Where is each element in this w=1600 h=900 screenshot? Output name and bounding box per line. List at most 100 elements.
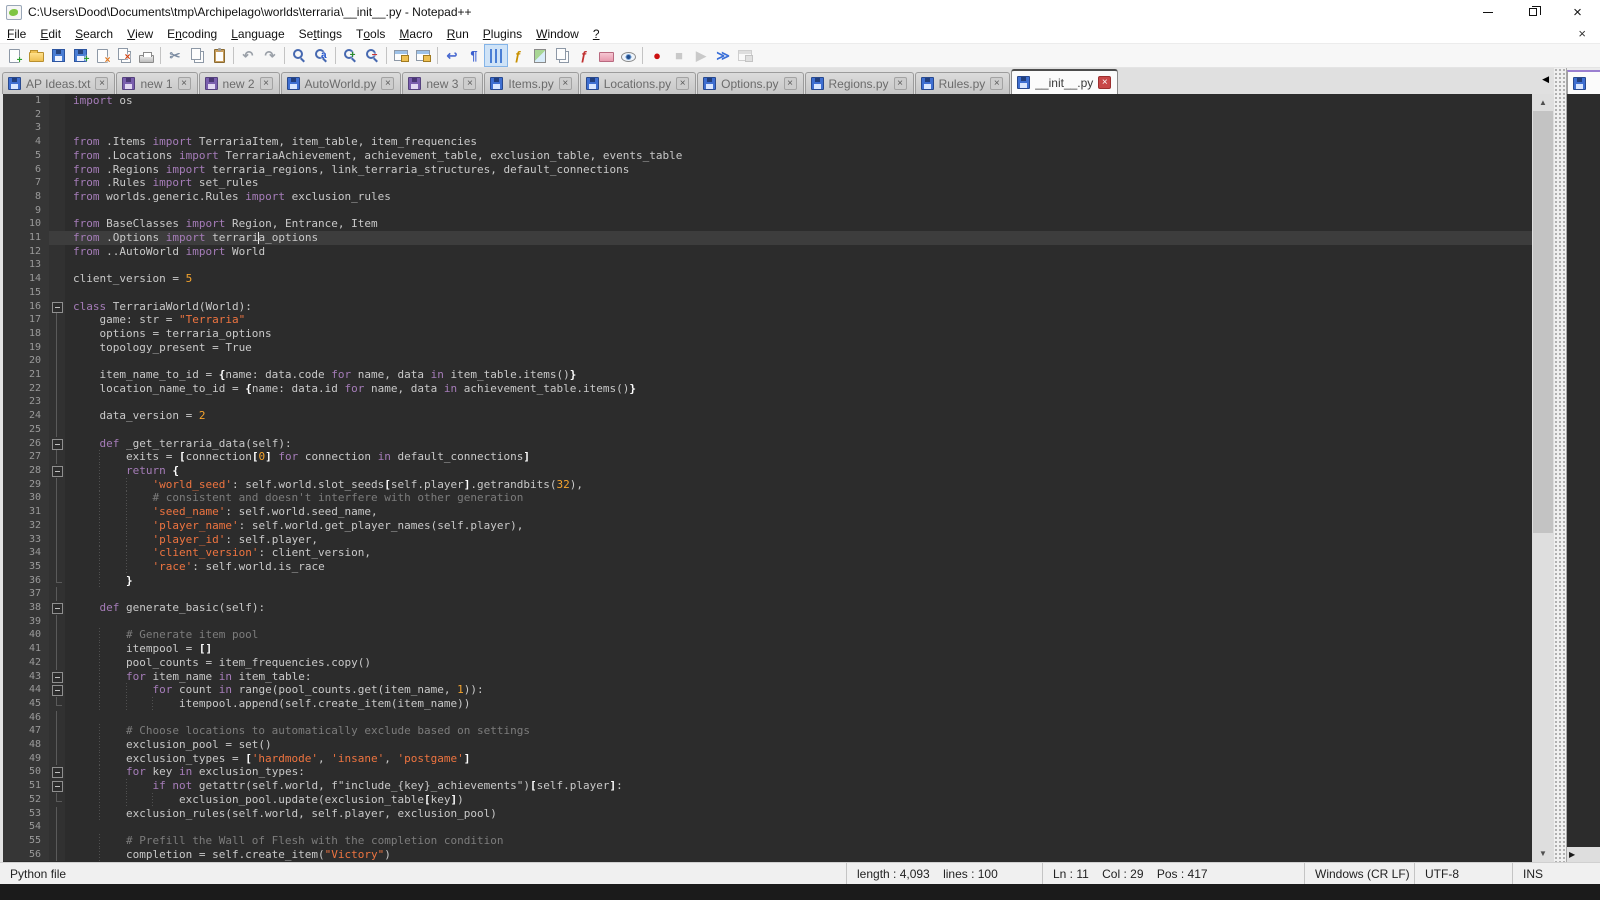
define-language-icon[interactable]: ƒ — [507, 45, 529, 66]
tab-close-icon[interactable]: × — [95, 77, 108, 90]
indent-guide-icon[interactable] — [485, 45, 507, 66]
save-file-icon[interactable] — [47, 45, 69, 66]
document-list-icon[interactable] — [551, 45, 573, 66]
tab-close-icon[interactable]: × — [1098, 76, 1111, 89]
code-line: 27 exits = [connection[0] for connection… — [3, 450, 1532, 464]
restore-button[interactable] — [1510, 0, 1555, 24]
tab-close-icon[interactable]: × — [463, 77, 476, 90]
close-button[interactable]: × — [1555, 0, 1600, 24]
hscroll-right-icon[interactable]: ▶ — [1569, 850, 1575, 859]
fold-toggle[interactable] — [49, 683, 65, 697]
save-all-icon[interactable]: + — [69, 45, 91, 66]
tab-new-2[interactable]: new 2× — [199, 72, 280, 94]
tab-options[interactable]: Options.py× — [697, 72, 803, 94]
show-all-characters-icon[interactable]: ¶ — [463, 45, 485, 66]
sync-vertical-icon[interactable] — [390, 45, 412, 66]
menu-search[interactable]: Search — [68, 24, 120, 43]
fold-toggle[interactable] — [49, 601, 65, 615]
fold-toggle[interactable] — [49, 437, 65, 451]
fold-margin — [49, 574, 65, 588]
function-list-icon[interactable]: ƒ — [573, 45, 595, 66]
close-file-icon[interactable]: × — [91, 45, 113, 66]
tab-locations[interactable]: Locations.py× — [580, 72, 696, 94]
secondary-view-tab[interactable] — [1567, 70, 1600, 94]
code-line: 46 — [3, 711, 1532, 725]
line-number: 17 — [3, 313, 49, 327]
replace-icon[interactable]: a — [310, 45, 332, 66]
scroll-up-icon[interactable]: ▲ — [1532, 94, 1554, 111]
tab-scroll-left-icon[interactable]: ◀ — [1542, 74, 1549, 85]
menubar-close-doc-icon[interactable]: × — [1578, 26, 1586, 41]
macro-record-icon[interactable]: ● — [646, 45, 668, 66]
menu-run[interactable]: Run — [440, 24, 476, 43]
menu-tools[interactable]: Tools — [349, 24, 392, 43]
redo-icon[interactable]: ↷ — [259, 45, 281, 66]
fold-toggle[interactable] — [49, 300, 65, 314]
tab-init[interactable]: __init__.py× — [1011, 69, 1118, 94]
find-icon[interactable] — [288, 45, 310, 66]
fold-toggle[interactable] — [49, 670, 65, 684]
scrollbar-thumb[interactable] — [1533, 111, 1553, 533]
fold-toggle[interactable] — [49, 779, 65, 793]
tab-close-icon[interactable]: × — [178, 77, 191, 90]
tab-regions[interactable]: Regions.py× — [805, 72, 914, 94]
menu-language[interactable]: Language — [224, 24, 291, 43]
word-wrap-icon[interactable]: ↩ — [441, 45, 463, 66]
status-insert-mode[interactable]: INS — [1512, 863, 1600, 884]
macro-run-multiple-icon[interactable]: ≫ — [712, 45, 734, 66]
cut-icon[interactable]: ✂ — [164, 45, 186, 66]
status-eol-format[interactable]: Windows (CR LF) — [1304, 863, 1414, 884]
code-text: exits = [connection[0] for connection in… — [65, 450, 1532, 464]
fold-toggle[interactable] — [49, 464, 65, 478]
tab-close-icon[interactable]: × — [784, 77, 797, 90]
folder-as-workspace-icon[interactable] — [595, 45, 617, 66]
close-all-icon[interactable]: × — [113, 45, 135, 66]
menu-view[interactable]: View — [120, 24, 160, 43]
menu-plugins[interactable]: Plugins — [476, 24, 529, 43]
open-file-icon[interactable] — [25, 45, 47, 66]
document-map-icon[interactable] — [529, 45, 551, 66]
copy-icon[interactable] — [186, 45, 208, 66]
indent-guide — [126, 779, 127, 793]
new-file-icon[interactable]: + — [3, 45, 25, 66]
menu-window[interactable]: Window — [529, 24, 586, 43]
zoom-out-icon[interactable]: − — [361, 45, 383, 66]
undo-icon[interactable]: ↶ — [237, 45, 259, 66]
paste-icon[interactable] — [208, 45, 230, 66]
secondary-editor[interactable] — [1567, 94, 1600, 847]
sync-horizontal-icon[interactable] — [412, 45, 434, 66]
code-line: 48 exclusion_pool = set() — [3, 738, 1532, 752]
code-text: from .Rules import set_rules — [65, 176, 1532, 190]
tab-close-icon[interactable]: × — [381, 77, 394, 90]
tab-close-icon[interactable]: × — [260, 77, 273, 90]
tab-close-icon[interactable]: × — [559, 77, 572, 90]
view-splitter[interactable] — [1554, 68, 1566, 862]
tab-items[interactable]: Items.py× — [484, 72, 578, 94]
fold-margin — [49, 642, 65, 656]
scroll-down-icon[interactable]: ▼ — [1532, 845, 1554, 862]
tab-autoworld[interactable]: AutoWorld.py× — [281, 72, 402, 94]
indent-guide — [99, 642, 100, 656]
tab-ap-ideas[interactable]: AP Ideas.txt× — [2, 72, 115, 94]
menu-help[interactable]: ? — [586, 24, 607, 43]
menu-macro[interactable]: Macro — [392, 24, 439, 43]
tab-new-1[interactable]: new 1× — [116, 72, 197, 94]
tab-new-3[interactable]: new 3× — [402, 72, 483, 94]
tab-close-icon[interactable]: × — [894, 77, 907, 90]
print-icon[interactable] — [135, 45, 157, 66]
vertical-scrollbar[interactable]: ▲ ▼ — [1532, 94, 1554, 862]
minimize-button[interactable] — [1465, 0, 1510, 24]
monitoring-icon[interactable] — [617, 45, 639, 66]
tab-close-icon[interactable]: × — [990, 77, 1003, 90]
tab-rules[interactable]: Rules.py× — [915, 72, 1011, 94]
menu-edit[interactable]: Edit — [33, 24, 68, 43]
menu-settings[interactable]: Settings — [292, 24, 349, 43]
tab-close-icon[interactable]: × — [676, 77, 689, 90]
status-encoding[interactable]: UTF-8 — [1414, 863, 1512, 884]
fold-toggle[interactable] — [49, 765, 65, 779]
zoom-in-icon[interactable]: + — [339, 45, 361, 66]
menu-file[interactable]: File — [0, 24, 33, 43]
secondary-hscroll[interactable]: ▶ — [1567, 847, 1600, 862]
menu-encoding[interactable]: Encoding — [160, 24, 224, 43]
code-editor[interactable]: 1import os234from .Items import Terraria… — [3, 94, 1532, 862]
